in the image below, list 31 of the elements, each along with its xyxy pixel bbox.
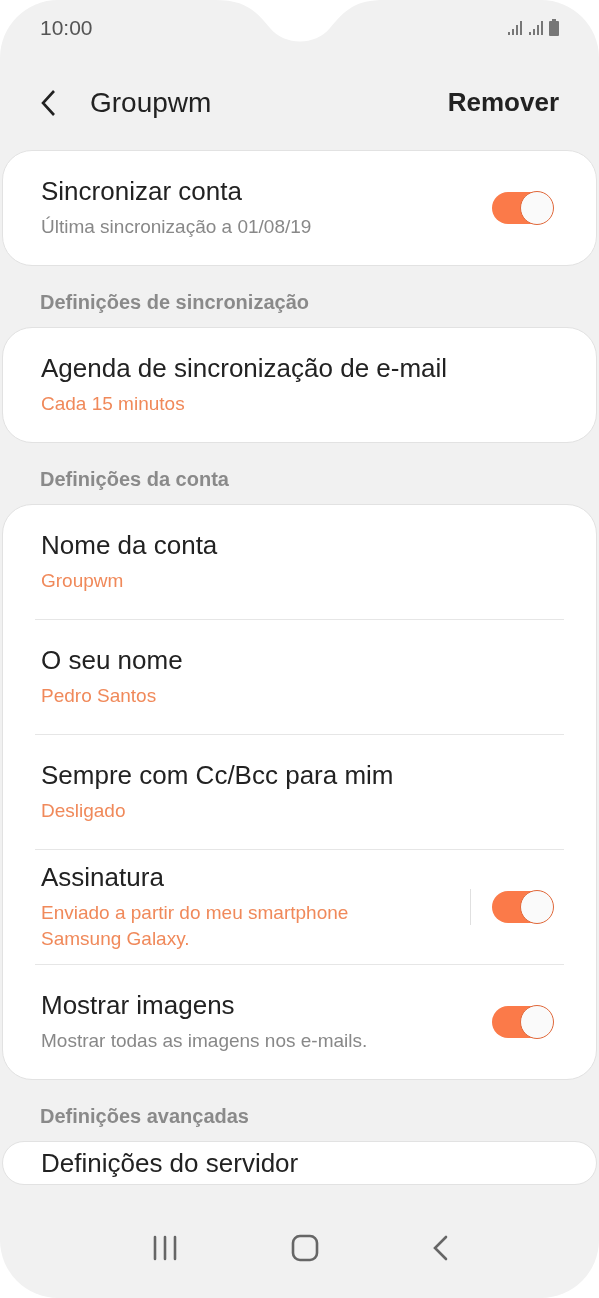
setting-value: Enviado a partir do meu smartphone Samsung Galaxy. (41, 901, 350, 951)
section-header: Definições de sincronização (39, 290, 310, 315)
setting-title[interactable]: O seu nome (41, 645, 552, 677)
setting-value: Pedro Santos (41, 684, 158, 709)
setting-title[interactable]: Definições do servidor (41, 1148, 552, 1179)
page-title: Groupwm (90, 86, 213, 119)
toggle-switch[interactable] (492, 891, 552, 923)
toggle-switch[interactable] (492, 192, 552, 224)
battery-icon (549, 19, 559, 36)
home-icon[interactable] (290, 1234, 319, 1262)
recent-apps-icon[interactable] (151, 1235, 178, 1261)
back-icon[interactable] (431, 1235, 448, 1261)
setting-value: Mostrar todas as imagens nos e-mails. (41, 1029, 369, 1054)
setting-title: Assinatura (41, 862, 165, 894)
setting-value: Cada 15 minutos (41, 392, 186, 417)
toggle-switch[interactable] (492, 1006, 552, 1038)
remove-button[interactable]: Remover (447, 83, 559, 122)
signal-icon (528, 19, 544, 36)
setting-title: Sincronizar conta (41, 176, 243, 208)
setting-value: Última sincronização a 01/08/19 (41, 215, 313, 240)
status-time: 10:00 (40, 15, 93, 40)
setting-title[interactable]: Agenda de sincronização de e-mail (41, 353, 552, 385)
setting-title[interactable]: Nome da conta (41, 530, 552, 562)
back-icon (40, 88, 56, 117)
section-header: Definições avançadas (39, 1104, 250, 1129)
section-header: Definições da conta (39, 467, 230, 492)
setting-value: Desligado (41, 799, 127, 824)
setting-title[interactable]: Sempre com Cc/Bcc para mim (41, 760, 552, 792)
setting-value: Groupwm (41, 569, 125, 594)
setting-title: Mostrar imagens (41, 990, 236, 1022)
signal-icon (507, 19, 523, 36)
